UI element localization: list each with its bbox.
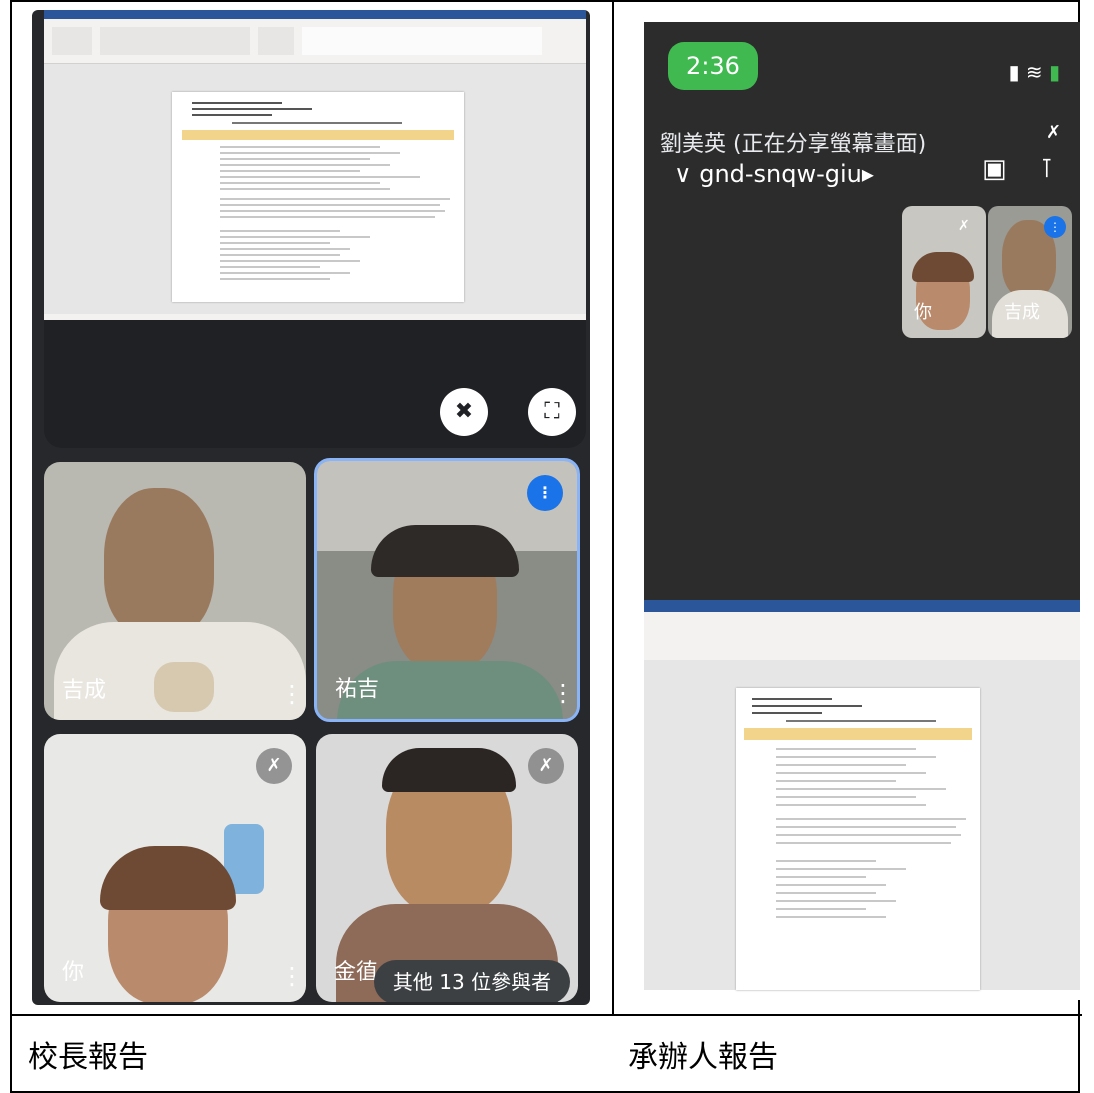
caption-coordinator-report: 承辦人報告 [628, 1040, 778, 1075]
participant-name: 你 [62, 960, 85, 985]
word-ribbon [644, 612, 1080, 661]
word-title-bar [44, 10, 586, 19]
more-options-icon[interactable]: ⋮ [551, 681, 575, 705]
participant-tile[interactable]: 吉成 ⋮ [44, 462, 306, 720]
signal-icon: ▮ [1008, 60, 1020, 84]
shared-screen-area: ✖ ⛶ [44, 10, 586, 448]
word-document-window [44, 10, 586, 320]
unpin-icon: ✖ [454, 399, 474, 424]
row-divider [12, 1014, 1082, 1016]
word-canvas [44, 64, 586, 314]
word-page [736, 688, 980, 990]
other-participants-button[interactable]: 其他 13 位參與者 [374, 960, 570, 1002]
participant-name: 祐吉 [335, 677, 380, 702]
column-divider [612, 2, 614, 1016]
mic-off-icon[interactable]: ✗ [1046, 122, 1061, 143]
coordinator-mobile-screenshot: 2:36 ▮ ≋ ▮ 劉美英 (正在分享螢幕畫面) ∨ gnd-snqw-giu… [644, 22, 1080, 1000]
caption-principal-report: 校長報告 [28, 1040, 148, 1075]
more-options-icon[interactable]: ⋮ [280, 682, 304, 706]
status-time: 2:36 [668, 42, 758, 90]
wifi-icon: ≋ [1025, 60, 1043, 84]
fullscreen-button[interactable]: ⛶ [528, 388, 576, 436]
bluetooth-audio-icon[interactable]: ⊺ [1040, 154, 1054, 184]
speaking-indicator-icon: ⋮ [1044, 216, 1066, 238]
presenter-label: 劉美英 (正在分享螢幕畫面) [660, 132, 927, 157]
muted-mic-icon: ✗ [528, 748, 564, 784]
report-table: ✖ ⛶ 吉成 ⋮ ⋮ 祐吉 ⋮ ✗ 你 ⋮ ✗ 金徝 其他 13 位參與者 2:… [10, 0, 1082, 1093]
participant-name: 吉成 [1004, 302, 1040, 323]
switch-camera-icon[interactable]: ▣ [982, 154, 1007, 184]
battery-icon: ▮ [1048, 60, 1060, 84]
speaking-indicator-icon: ⋮ [527, 475, 563, 511]
status-icons: ▮ ≋ ▮ [1008, 60, 1060, 84]
chevron-down-icon: ∨ [674, 160, 700, 188]
participant-name: 吉成 [62, 678, 107, 703]
participant-name: 金徝 [334, 960, 379, 985]
participant-tile[interactable]: ✗ 金徝 其他 13 位參與者 [316, 734, 578, 1002]
participant-tile[interactable]: ✗ 你 ⋮ [44, 734, 306, 1002]
meeting-code[interactable]: ∨ gnd-snqw-giu▸ [674, 160, 874, 188]
fullscreen-icon: ⛶ [544, 399, 560, 424]
participant-tile-active[interactable]: ⋮ 祐吉 ⋮ [314, 458, 580, 722]
word-page [172, 92, 464, 302]
word-title-bar [644, 600, 1080, 612]
participant-video-tile[interactable]: 吉成 ⋮ [988, 206, 1072, 338]
word-ribbon [44, 19, 586, 64]
unpin-button[interactable]: ✖ [440, 388, 488, 436]
principal-meet-screenshot: ✖ ⛶ 吉成 ⋮ ⋮ 祐吉 ⋮ ✗ 你 ⋮ ✗ 金徝 其他 13 位參與者 [32, 10, 590, 1005]
participant-name: 你 [914, 302, 932, 323]
muted-mic-icon: ✗ [256, 748, 292, 784]
shared-word-document [644, 600, 1080, 1000]
meeting-code-text: gnd-snqw-giu [699, 160, 862, 188]
more-options-icon[interactable]: ⋮ [280, 964, 304, 988]
muted-mic-icon: ✗ [958, 218, 970, 234]
chevron-right-icon: ▸ [861, 160, 874, 188]
word-canvas [644, 660, 1080, 990]
word-status-bar [44, 314, 586, 320]
self-video-tile[interactable]: 你 ✗ [902, 206, 986, 338]
